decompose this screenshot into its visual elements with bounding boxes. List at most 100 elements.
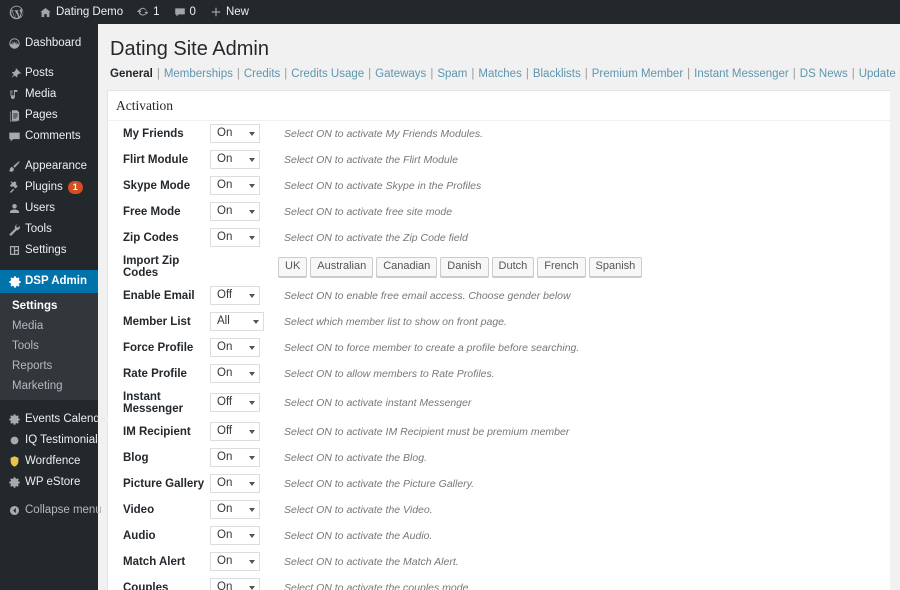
submenu-item-settings[interactable]: Settings bbox=[0, 296, 98, 316]
sidebar-item-wp-estore[interactable]: WP eStore bbox=[0, 472, 98, 493]
menu-spacer bbox=[0, 24, 98, 33]
chevron-down-icon bbox=[249, 481, 255, 486]
match-alert-select[interactable]: On bbox=[210, 552, 260, 571]
table-row: Skype Mode On Select ON to activate Skyp… bbox=[108, 173, 890, 199]
row-field: On bbox=[210, 471, 278, 497]
chevron-down-icon bbox=[249, 293, 255, 298]
video-select[interactable]: On bbox=[210, 500, 260, 519]
im-recipient-select[interactable]: Off bbox=[210, 422, 260, 441]
new-content-menu[interactable]: New bbox=[203, 0, 256, 24]
site-name-label: Dating Demo bbox=[56, 6, 124, 18]
table-row: Blog On Select ON to activate the Blog. bbox=[108, 445, 890, 471]
import-french-button[interactable]: French bbox=[537, 256, 586, 277]
bubble-icon bbox=[8, 434, 25, 447]
chevron-down-icon bbox=[249, 559, 255, 564]
blog-select[interactable]: On bbox=[210, 448, 260, 467]
import-uk-button[interactable]: UK bbox=[278, 256, 308, 277]
tab-separator: | bbox=[284, 68, 288, 80]
collapse-menu-button[interactable]: Collapse menu bbox=[0, 500, 102, 521]
table-row: Instant Messenger Off Select ON to activ… bbox=[108, 387, 890, 419]
enable-email-select[interactable]: Off bbox=[210, 286, 260, 305]
sidebar-item-pages[interactable]: Pages bbox=[0, 105, 98, 126]
import-spanish-button[interactable]: Spanish bbox=[588, 256, 643, 277]
submenu-item-media[interactable]: Media bbox=[0, 316, 98, 336]
sidebar-item-settings[interactable]: Settings bbox=[0, 240, 98, 261]
import-dutch-button[interactable]: Dutch bbox=[491, 256, 535, 277]
sidebar-item-events-calendar[interactable]: Events Calendar bbox=[0, 409, 110, 430]
zip-codes-select[interactable]: On bbox=[210, 228, 260, 247]
flirt-module-select[interactable]: On bbox=[210, 150, 260, 169]
skype-mode-select[interactable]: On bbox=[210, 176, 260, 195]
table-row: Member List All Select which member list… bbox=[108, 309, 890, 335]
updates-menu[interactable]: 1 bbox=[130, 0, 166, 24]
sidebar-item-wordfence[interactable]: Wordfence bbox=[0, 451, 98, 472]
sidebar-label: IQ Testimonials bbox=[25, 433, 104, 446]
updates-count: 1 bbox=[153, 6, 160, 18]
tab-instant-messenger[interactable]: Instant Messenger bbox=[694, 68, 789, 80]
tab-general[interactable]: General bbox=[110, 68, 153, 80]
import-danish-button[interactable]: Danish bbox=[440, 256, 489, 277]
import-australian-button[interactable]: Australian bbox=[310, 256, 374, 277]
sidebar-item-appearance[interactable]: Appearance bbox=[0, 156, 98, 177]
submenu-item-marketing[interactable]: Marketing bbox=[0, 376, 98, 396]
select-value: On bbox=[217, 555, 233, 567]
tab-spam[interactable]: Spam bbox=[437, 68, 467, 80]
picture-gallery-select[interactable]: On bbox=[210, 474, 260, 493]
wordpress-logo-icon[interactable] bbox=[0, 0, 32, 24]
tab-credits-usage[interactable]: Credits Usage bbox=[291, 68, 364, 80]
submenu-item-reports[interactable]: Reports bbox=[0, 356, 98, 376]
content-area: Dating Site Admin General | Memberships | Cr… bbox=[98, 24, 900, 590]
brush-icon bbox=[8, 160, 25, 173]
select-value: On bbox=[217, 581, 233, 590]
audio-select[interactable]: On bbox=[210, 526, 260, 545]
select-value: All bbox=[217, 315, 230, 327]
sidebar-item-dashboard[interactable]: Dashboard bbox=[0, 33, 98, 54]
site-name-menu[interactable]: Dating Demo bbox=[32, 0, 130, 24]
row-description: Select ON to activate the Flirt Module bbox=[284, 153, 458, 166]
row-label: Rate Profile bbox=[123, 367, 187, 380]
row-field: Off bbox=[210, 419, 278, 445]
instant-messenger-select[interactable]: Off bbox=[210, 393, 260, 412]
import-canadian-button[interactable]: Canadian bbox=[376, 256, 438, 277]
tab-premium-member[interactable]: Premium Member bbox=[592, 68, 683, 80]
sidebar-item-posts[interactable]: Posts bbox=[0, 63, 98, 84]
rate-profile-select[interactable]: On bbox=[210, 364, 260, 383]
chevron-down-icon bbox=[249, 157, 255, 162]
table-row: Zip Codes On Select ON to activate the Z… bbox=[108, 225, 890, 251]
free-mode-select[interactable]: On bbox=[210, 202, 260, 221]
tab-separator: | bbox=[471, 68, 475, 80]
sidebar-item-iq-testimonials[interactable]: IQ Testimonials bbox=[0, 430, 103, 451]
tab-blacklists[interactable]: Blacklists bbox=[533, 68, 581, 80]
tab-update-database[interactable]: Update Database bbox=[859, 68, 900, 80]
row-field: On bbox=[210, 173, 278, 199]
tab-credits[interactable]: Credits bbox=[244, 68, 280, 80]
sidebar-item-media[interactable]: Media bbox=[0, 84, 98, 105]
row-label: Free Mode bbox=[123, 205, 181, 218]
chevron-down-icon bbox=[249, 585, 255, 590]
chevron-down-icon bbox=[249, 455, 255, 460]
force-profile-select[interactable]: On bbox=[210, 338, 260, 357]
couples-select[interactable]: On bbox=[210, 578, 260, 590]
submenu-item-tools[interactable]: Tools bbox=[0, 336, 98, 356]
sidebar-item-tools[interactable]: Tools bbox=[0, 219, 98, 240]
row-label: Zip Codes bbox=[123, 231, 179, 244]
row-description: Select ON to enable free email access. C… bbox=[284, 289, 571, 302]
my-friends-select[interactable]: On bbox=[210, 124, 260, 143]
table-row: Audio On Select ON to activate the Audio… bbox=[108, 523, 890, 549]
sidebar-item-comments[interactable]: Comments bbox=[0, 126, 98, 147]
comments-count: 0 bbox=[189, 6, 196, 18]
sidebar-item-users[interactable]: Users bbox=[0, 198, 98, 219]
member-list-select[interactable]: All bbox=[210, 312, 264, 331]
table-row: Free Mode On Select ON to activate free … bbox=[108, 199, 890, 225]
tab-matches[interactable]: Matches bbox=[478, 68, 521, 80]
import-zip-buttons: UK Australian Canadian Danish Dutch French Spa… bbox=[278, 251, 890, 283]
row-label: Enable Email bbox=[123, 289, 195, 302]
sidebar-item-plugins[interactable]: Plugins 1 bbox=[0, 177, 98, 198]
row-field: On bbox=[210, 199, 278, 225]
tab-memberships[interactable]: Memberships bbox=[164, 68, 233, 80]
tab-gateways[interactable]: Gateways bbox=[375, 68, 426, 80]
sidebar-item-dsp-admin[interactable]: DSP Admin bbox=[0, 270, 106, 293]
chevron-down-icon bbox=[249, 209, 255, 214]
comments-menu[interactable]: 0 bbox=[167, 0, 203, 24]
tab-ds-news[interactable]: DS News bbox=[800, 68, 848, 80]
